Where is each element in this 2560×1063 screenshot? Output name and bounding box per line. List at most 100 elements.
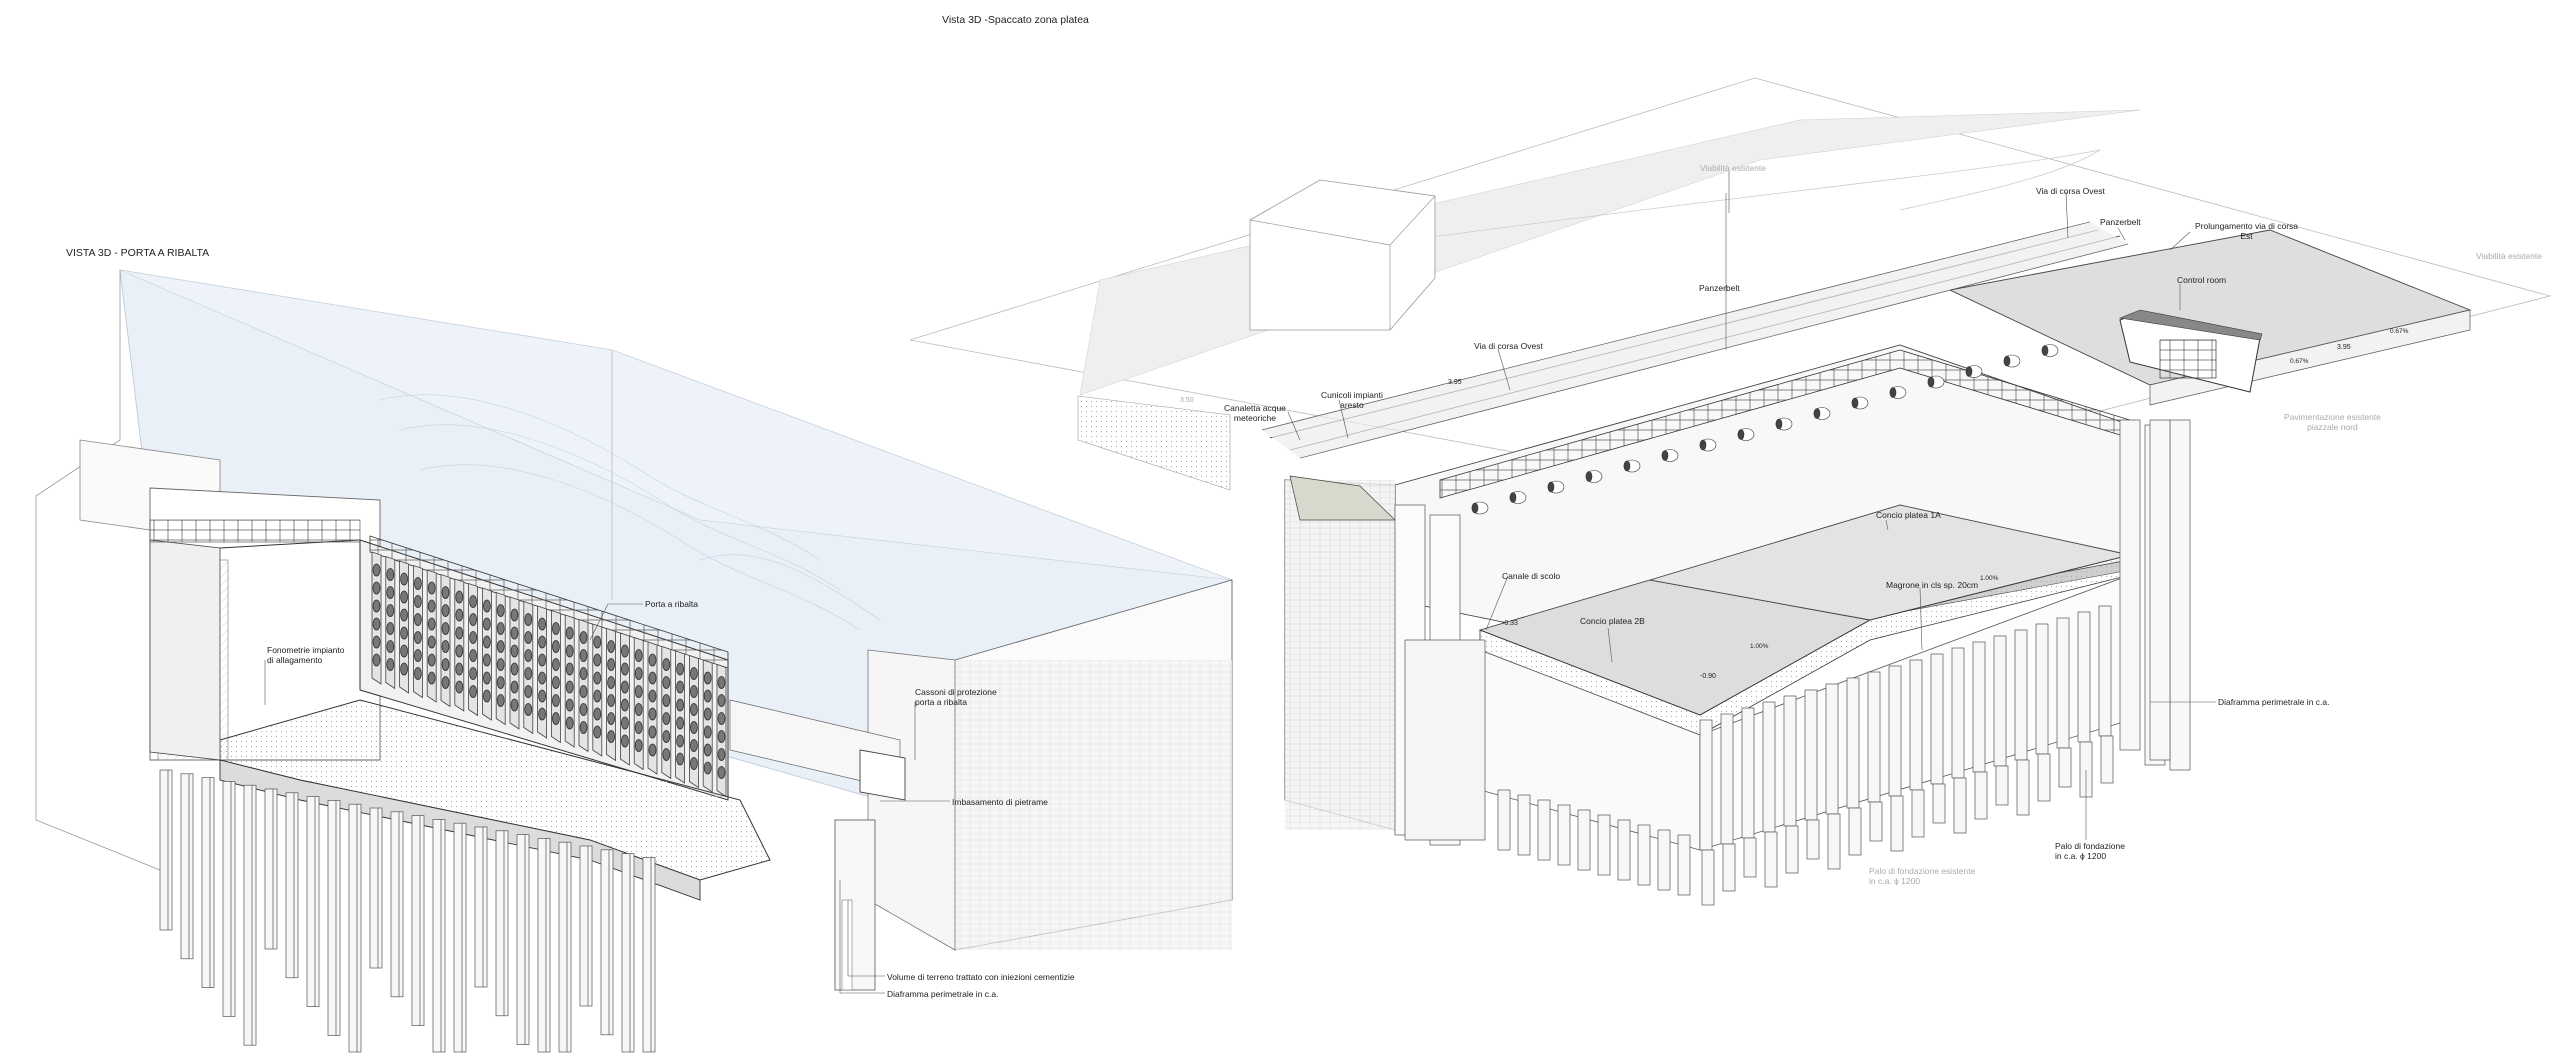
- gate-rib-detail: [427, 617, 436, 631]
- foundation-pile: [243, 784, 257, 1046]
- label-diaframma-right: Diaframma perimetrale in c.a.: [2218, 697, 2330, 707]
- gate-rib-detail: [703, 671, 712, 685]
- foundation-pile: [1806, 819, 1820, 860]
- gate-rib-detail: [579, 667, 588, 680]
- gate-rib-detail: [676, 680, 684, 694]
- gate-rib-detail: [662, 712, 671, 725]
- gate-rib-detail: [400, 590, 409, 604]
- gate-rib-detail: [662, 748, 671, 761]
- slope-mark-2: 1.00%: [1980, 575, 1999, 582]
- foundation-pile: [222, 781, 236, 1017]
- gate-rib-detail: [372, 635, 381, 649]
- gate-rib-detail: [372, 599, 381, 613]
- cylinder-cap: [1737, 429, 1745, 440]
- foundation-pile: [1617, 819, 1631, 881]
- gate-rib-detail: [690, 667, 698, 680]
- foundation-pile: [1497, 789, 1511, 851]
- pile-shaft: [1972, 641, 1986, 773]
- gate-rib-detail: [400, 662, 409, 676]
- gate-rib-detail: [469, 667, 478, 680]
- gate-rib-detail: [621, 734, 629, 748]
- pile-shaft: [1762, 701, 1776, 833]
- gate-rib-detail: [662, 730, 671, 743]
- cylinder-cap: [1547, 481, 1555, 493]
- foundation-pile: [306, 796, 320, 1007]
- gate-rib-detail: [579, 703, 588, 716]
- cylinder-cap: [1585, 471, 1593, 482]
- gate-rib-detail: [703, 743, 712, 757]
- gate-rib-detail: [621, 680, 629, 694]
- gate-rib-detail: [552, 676, 560, 689]
- gate-rib-detail: [717, 748, 726, 761]
- pile-shaft: [1909, 659, 1923, 791]
- gate-rib-detail: [717, 676, 726, 689]
- cylinder-cap: [1813, 408, 1821, 419]
- gate-rib-detail: [634, 739, 643, 752]
- cylinder-cap: [2003, 355, 2011, 367]
- foundation-pile: [1597, 814, 1611, 876]
- gate-rib-detail: [538, 671, 546, 685]
- gate-rib-detail: [690, 757, 698, 770]
- gate-rib-detail: [386, 604, 395, 617]
- gate-rib-detail: [455, 590, 464, 604]
- gate-rib-detail: [607, 658, 615, 671]
- cylinder-cap: [1927, 376, 1935, 388]
- gate-rib-detail: [538, 635, 546, 649]
- gate-rib-detail: [455, 626, 464, 640]
- foundation-pile: [201, 777, 215, 988]
- foundation-pile: [579, 845, 593, 1007]
- foundation-pile: [1722, 843, 1736, 892]
- foundation-pile: [327, 800, 341, 1036]
- gate-rib-detail: [455, 644, 464, 658]
- dim-mark-5: 3.50: [1180, 397, 1194, 404]
- gate-rib-detail: [552, 694, 560, 707]
- gate-rib-detail: [676, 698, 684, 712]
- label-concio-2b: Concio platea 2B: [1580, 616, 1645, 626]
- pile-shaft: [1825, 683, 1839, 815]
- gate-rib-detail: [427, 599, 436, 613]
- pile-shaft: [2098, 605, 2112, 737]
- foundation-pile: [348, 803, 362, 1053]
- foundation-pile: [1517, 794, 1531, 856]
- gate-rib-detail: [524, 703, 533, 716]
- cylinder-cap: [1623, 460, 1631, 472]
- gate-rib-detail: [538, 653, 546, 667]
- gate-rib-detail: [413, 613, 422, 626]
- gate-rib-detail: [579, 631, 588, 644]
- gate-rib-detail: [386, 586, 395, 599]
- foundation-pile: [1827, 813, 1841, 870]
- pile-shaft: [1846, 677, 1860, 809]
- foundation-pile: [1785, 825, 1799, 874]
- pile-shaft: [2014, 629, 2028, 761]
- dim-mark-4: -0.90: [1700, 673, 1716, 680]
- gate-rib-detail: [496, 640, 505, 653]
- foundation-pile: [537, 838, 551, 1053]
- gate-rib-detail: [565, 698, 574, 712]
- label-control-room: Control room: [2177, 275, 2227, 285]
- label-diaframma-left: Diaframma perimetrale in c.a.: [887, 989, 999, 999]
- gate-rib-detail: [593, 725, 602, 739]
- gate-rib-detail: [621, 716, 629, 730]
- gate-rib-detail: [607, 694, 615, 707]
- gate-rib-detail: [579, 685, 588, 698]
- cylinder-cap: [1851, 397, 1859, 409]
- foundation-pile: [474, 826, 488, 988]
- gate-rib-detail: [717, 712, 726, 725]
- label-panzerbelt-top: Panzerbelt: [2100, 217, 2141, 227]
- gate-rib-detail: [607, 712, 615, 725]
- gate-rib-detail: [648, 671, 657, 685]
- slope-mark-3: 0.67%: [2290, 358, 2309, 365]
- foundation-pile: [1764, 831, 1778, 888]
- foundation-pile: [159, 769, 173, 931]
- gate-rib-detail: [482, 671, 491, 685]
- gate-rib-detail: [607, 676, 615, 689]
- pile-shaft: [1930, 653, 1944, 785]
- gate-rib-detail: [441, 658, 450, 671]
- gate-rib-detail: [676, 734, 684, 748]
- label-via-corsa-ovest-top: Via di corsa Ovest: [2036, 186, 2105, 196]
- foundation-pile: [1557, 804, 1571, 866]
- gate-rib-detail: [634, 721, 643, 734]
- foundation-pile: [2016, 759, 2030, 816]
- gate-rib-detail: [552, 640, 560, 653]
- gate-rib-detail: [648, 653, 657, 667]
